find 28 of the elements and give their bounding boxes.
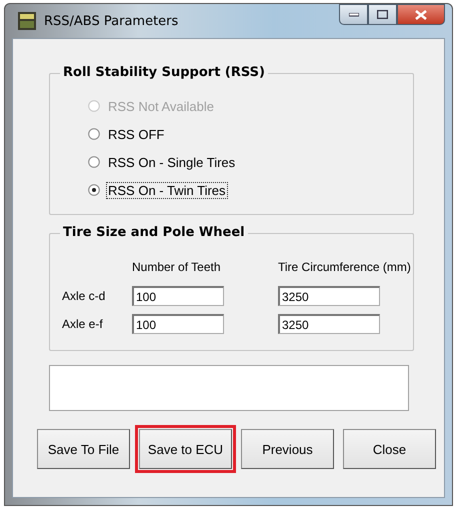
column-header: Tire Circumference (mm) (278, 259, 412, 276)
row-label: Axle c-d (61, 289, 106, 303)
input-field[interactable]: 100 (132, 314, 224, 334)
input-field[interactable]: 3250 (278, 314, 380, 334)
dialog-button[interactable]: Close (343, 429, 436, 469)
row-label: Axle e-f (61, 317, 104, 331)
radio-button[interactable] (88, 184, 100, 196)
radio-label: RSS On - Single Tires (107, 154, 236, 170)
input-field[interactable]: 100 (132, 286, 224, 306)
dialog-button[interactable]: Save To File (37, 429, 130, 469)
radio-label: RSS OFF (107, 126, 166, 142)
column-header: Number of Teeth (132, 259, 222, 276)
close-icon (415, 10, 427, 20)
maximize-icon (377, 10, 388, 19)
radio-button[interactable] (88, 128, 100, 140)
group-title: Roll Stability Support (RSS) (60, 65, 268, 80)
close-button[interactable] (397, 4, 445, 25)
minimize-icon (348, 12, 358, 16)
dialog-button[interactable]: Save to ECU (139, 429, 232, 469)
maximize-button[interactable] (368, 4, 397, 25)
input-field[interactable]: 3250 (278, 286, 380, 306)
dialog-button[interactable]: Previous (241, 429, 334, 469)
radio-label: RSS Not Available (107, 98, 215, 114)
minimize-button[interactable] (339, 4, 368, 25)
window-title: RSS/ABS Parameters (44, 14, 178, 28)
radio-label: RSS On - Twin Tires (106, 182, 228, 198)
radio-button[interactable] (88, 156, 100, 168)
app-icon (18, 12, 36, 30)
